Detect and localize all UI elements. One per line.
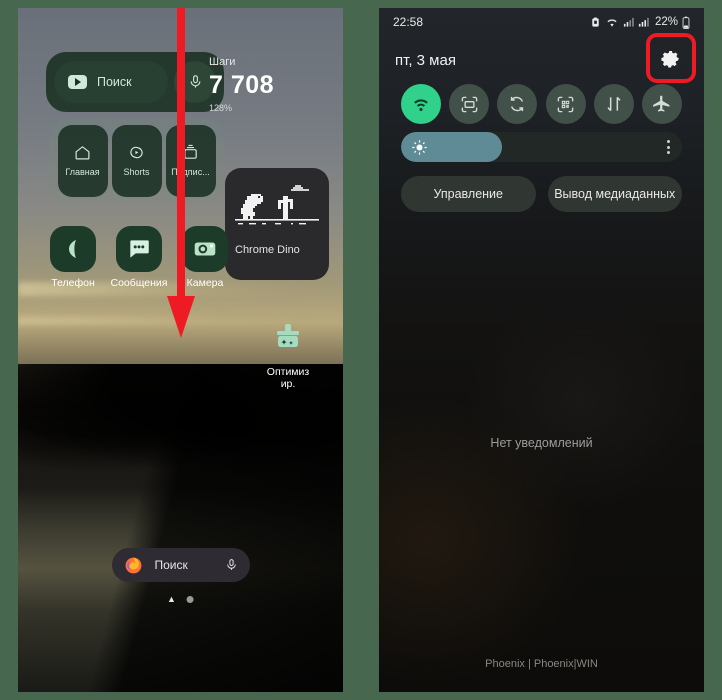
airplane-mode-toggle[interactable] [641,84,682,124]
airplane-icon [653,95,670,112]
youtube-shortcut-shorts[interactable]: Shorts [111,124,162,197]
brightness-icon [412,139,427,155]
quick-panel-date: пт, 3 мая [395,51,456,69]
wifi-icon [414,99,428,111]
wifi-icon [607,18,617,27]
steps-percent: 128% [209,103,233,113]
settings-button[interactable] [646,33,696,83]
app-label: Камера [186,277,224,289]
auto-rotate-icon [511,96,524,112]
messages-icon [116,226,162,272]
optimizer-label-line2: ир. [280,378,296,391]
app-messages[interactable]: Сообщения [110,226,168,289]
shortcut-label: Главная [65,167,100,177]
battery-percent: 22% [654,16,678,28]
subscriptions-icon [184,144,197,159]
highlight-box [646,33,696,83]
auto-rotate-toggle[interactable] [497,84,538,124]
steps-title: Шаги [209,56,236,68]
quick-toggles-row [379,84,704,124]
optimizer-label-line1: Оптимиз [266,366,310,378]
youtube-shortcut-home[interactable]: Главная [57,124,108,197]
media-output-button[interactable]: Вывод медиаданных [547,176,682,212]
shorts-icon [130,146,143,159]
quick-panel-footer: Phoenix | Phoenix|WIN [485,658,598,670]
home-screen: Поиск Главная Shorts Подпис... Шаги 7 70… [18,8,343,692]
steps-widget[interactable]: Шаги 7 708 128% [209,56,329,113]
app-label: Сообщения [110,277,168,289]
page-indicator: ▲ [167,595,194,604]
broom-icon [277,324,299,347]
app-label: Телефон [51,277,95,289]
left-phone-panel: Поиск Главная Shorts Подпис... Шаги 7 70… [0,0,361,700]
battery-icon [682,16,690,29]
alarm-icon [592,16,599,27]
microphone-icon [190,75,200,88]
smart-view-icon [461,96,477,112]
camera-icon [182,226,228,272]
quick-panel-buttons: Управление Вывод медиаданных [401,176,682,212]
signal-2-icon [638,17,649,27]
app-row: Телефон Сообщения Камера [46,226,232,289]
dino-icon [235,178,319,240]
page-dot[interactable] [186,596,194,603]
dino-caption: Chrome Dino [235,244,300,256]
page-dot-active[interactable]: ▲ [167,595,176,604]
wifi-toggle[interactable] [401,84,441,124]
brightness-slider[interactable] [401,132,682,162]
youtube-shortcuts-widget: Главная Shorts Подпис... [49,118,224,203]
app-phone[interactable]: Телефон [46,226,100,289]
firefox-search-bar[interactable]: Поиск [111,548,250,582]
screenshot-root: Поиск Главная Shorts Подпис... Шаги 7 70… [0,0,722,700]
data-transfer-icon [607,96,621,112]
firefox-icon [125,557,141,573]
no-notifications-text: Нет уведомлений [490,436,593,450]
app-camera[interactable]: Камера [178,226,232,289]
shortcut-label: Shorts [123,167,150,177]
status-icons: 22% [590,16,690,29]
app-label: Оптимиз ир. [257,366,319,390]
phone-icon [50,226,96,272]
steps-value: 7 708 [209,71,275,99]
smart-view-toggle[interactable] [449,84,490,124]
mobile-data-toggle[interactable] [593,84,634,124]
quick-settings-screen: 22:58 22% пт, 3 мая Управление Вывод мед… [379,8,704,692]
status-time: 22:58 [393,15,424,29]
shortcut-label: Подпис... [171,167,210,177]
right-phone-panel: 22:58 22% пт, 3 мая Управление Вывод мед… [361,0,722,700]
chrome-dino-widget[interactable]: Chrome Dino [225,168,329,280]
youtube-icon [68,75,87,89]
qr-scan-icon [557,96,574,112]
qr-scanner-toggle[interactable] [545,84,586,124]
signal-icon [623,17,634,27]
app-optimizer[interactable]: Оптимиз ир. [257,323,319,390]
microphone-icon[interactable] [225,557,238,573]
device-control-button[interactable]: Управление [401,176,536,212]
youtube-search-label: Поиск [97,75,132,89]
youtube-shortcut-subscriptions[interactable]: Подпис... [165,124,216,197]
firefox-search-placeholder: Поиск [154,558,188,572]
youtube-search-widget[interactable]: Поиск [46,52,224,112]
status-bar: 22:58 22% [379,8,704,36]
youtube-search-input[interactable]: Поиск [54,61,168,103]
quick-panel-header: пт, 3 мая [379,33,704,83]
brightness-fill [401,132,503,162]
kebab-menu-icon[interactable] [667,140,670,154]
home-icon [75,146,90,160]
